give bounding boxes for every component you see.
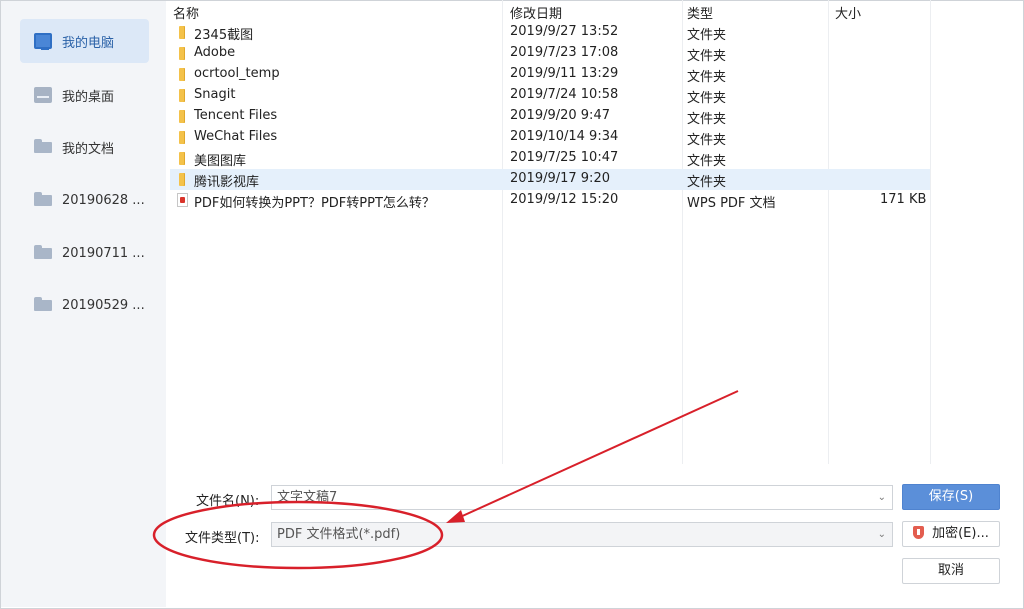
annotation-arrow-line <box>457 390 739 519</box>
annotation-circle <box>152 500 444 570</box>
annotation-arrow-head <box>446 510 465 523</box>
annotation-overlay <box>152 390 739 570</box>
